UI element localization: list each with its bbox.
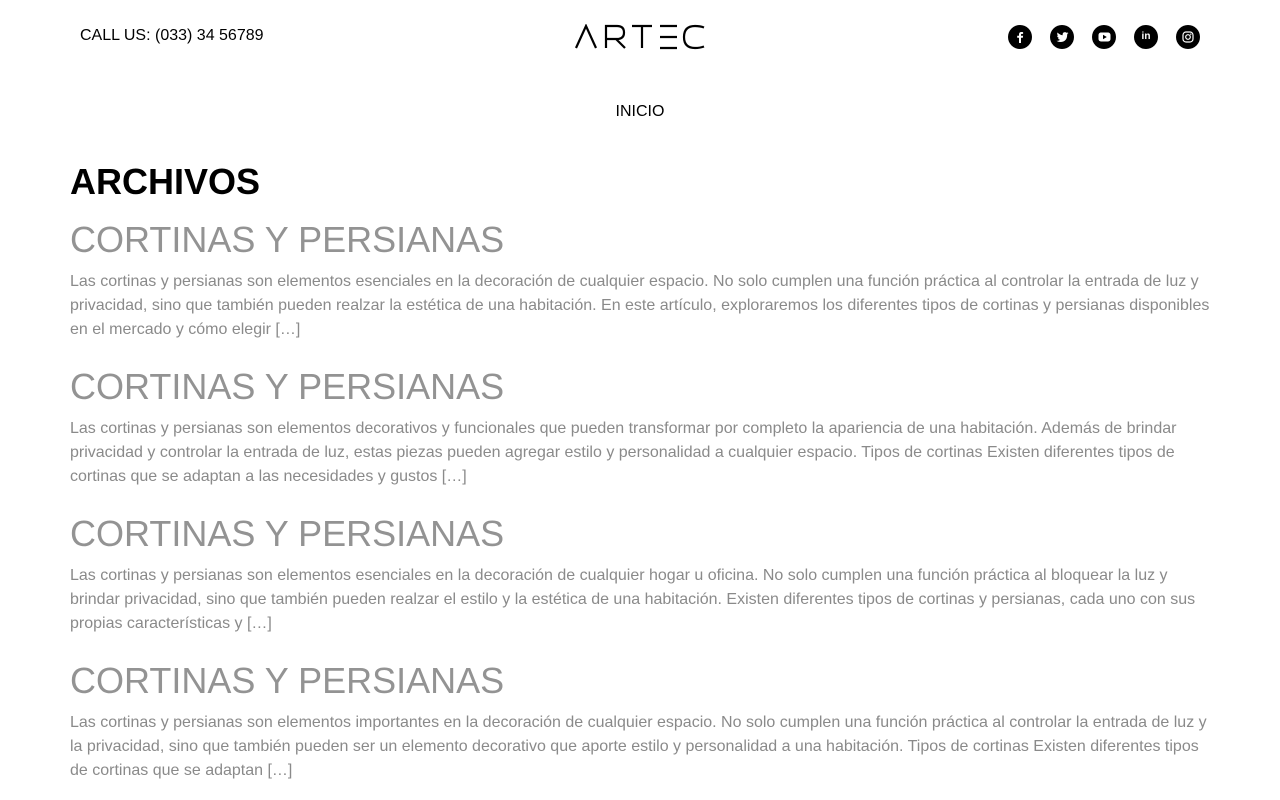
post-excerpt: Las cortinas y persianas son elementos d…: [70, 420, 1177, 485]
artec-logo[interactable]: [574, 23, 706, 50]
social-links: in: [1008, 25, 1200, 49]
post-excerpt: Las cortinas y persianas son elementos e…: [70, 567, 1196, 632]
page-title: ARCHIVOS: [70, 161, 261, 202]
post-title-link[interactable]: CORTINAS Y PERSIANAS: [70, 513, 504, 554]
post-excerpt: Las cortinas y persianas son elementos i…: [70, 714, 1207, 779]
instagram-icon[interactable]: [1176, 25, 1200, 49]
post-item: CORTINAS Y PERSIANAS Las cortinas y pers…: [70, 498, 1215, 645]
post-title-link[interactable]: CORTINAS Y PERSIANAS: [70, 219, 504, 260]
post-title: CORTINAS Y PERSIANAS: [70, 351, 1215, 417]
call-us-text: CALL US: (033) 34 56789: [80, 27, 264, 44]
post-item: CORTINAS Y PERSIANAS Las cortinas y pers…: [70, 351, 1215, 498]
logo-wordmark: [574, 23, 705, 50]
linkedin-label: in: [1141, 31, 1151, 42]
linkedin-icon[interactable]: in: [1134, 25, 1158, 49]
post-title: CORTINAS Y PERSIANAS: [70, 645, 1215, 711]
youtube-icon[interactable]: [1092, 25, 1116, 49]
post-title-link[interactable]: CORTINAS Y PERSIANAS: [70, 366, 504, 407]
post-excerpt: Las cortinas y persianas son elementos e…: [70, 273, 1210, 338]
facebook-icon[interactable]: [1008, 25, 1032, 49]
main-nav: INICIO: [0, 102, 1280, 122]
post-title: CORTINAS Y PERSIANAS: [70, 204, 1215, 270]
twitter-icon[interactable]: [1050, 25, 1074, 49]
nav-item-inicio[interactable]: INICIO: [616, 103, 665, 120]
post-item: CORTINAS Y PERSIANAS Las cortinas y pers…: [70, 204, 1215, 351]
post-title-link[interactable]: CORTINAS Y PERSIANAS: [70, 660, 504, 701]
archive-content: ARCHIVOS CORTINAS Y PERSIANAS Las cortin…: [70, 160, 1215, 792]
post-item: CORTINAS Y PERSIANAS Las cortinas y pers…: [70, 645, 1215, 792]
site-header: CALL US: (033) 34 56789 in: [0, 0, 1280, 74]
post-title: CORTINAS Y PERSIANAS: [70, 498, 1215, 564]
